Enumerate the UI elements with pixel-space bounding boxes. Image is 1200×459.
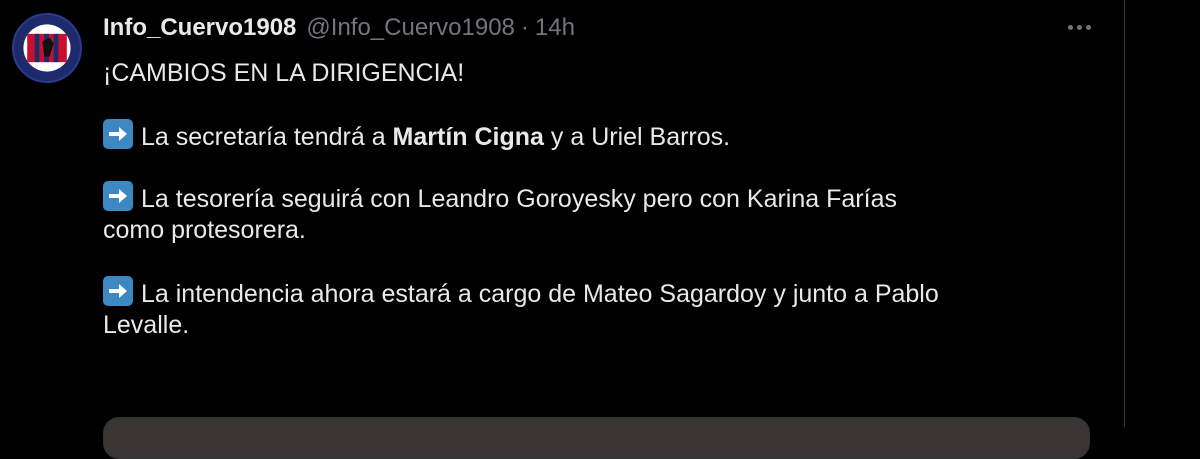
item3-line2: Levalle. [103,311,190,339]
item-intendencia: La intendencia ahora estará a cargo de M… [103,276,1103,309]
item3-line1: La intendencia ahora estará a cargo de M… [141,280,939,308]
user-handle[interactable]: @Info_Cuervo1908 [306,14,515,42]
more-horizontal-icon-dot [1085,24,1091,30]
tweet-header: Info_Cuervo1908 @Info_Cuervo1908 · 14h [103,14,575,42]
item-secretaria: La secretaría tendrá a Martín Cigna y a … [103,119,1103,152]
arrow-right-emoji-icon [103,119,133,149]
item1-before: La secretaría tendrá a [141,123,393,151]
separator-dot: · [520,14,529,41]
divider-line [1124,0,1125,427]
item1-bold-name: Martín Cigna [392,123,544,151]
tweet[interactable]: Info_Cuervo1908 @Info_Cuervo1908 · 14h ¡… [0,0,1200,459]
arrow-right-emoji-icon [103,181,133,211]
display-name[interactable]: Info_Cuervo1908 [103,14,296,42]
tweet-text: ¡CAMBIOS EN LA DIRIGENCIA! La secretaría… [103,57,1103,342]
more-options-button[interactable] [1060,12,1098,42]
item-tesoreria: La tesorería seguirá con Leandro Goroyes… [103,181,1103,214]
arrow-right-emoji-icon [103,276,133,306]
avatar[interactable] [12,13,82,83]
item2-line2: como protesorera. [103,216,306,244]
headline: ¡CAMBIOS EN LA DIRIGENCIA! [103,59,465,87]
item2-line1: La tesorería seguirá con Leandro Goroyes… [141,185,897,213]
timestamp[interactable]: 14h [535,14,575,42]
media-image[interactable] [103,417,1090,459]
item1-after: y a Uriel Barros. [543,123,731,151]
more-horizontal-icon [1067,24,1073,30]
club-crest-icon [15,16,79,80]
more-horizontal-icon-dot [1076,24,1082,30]
